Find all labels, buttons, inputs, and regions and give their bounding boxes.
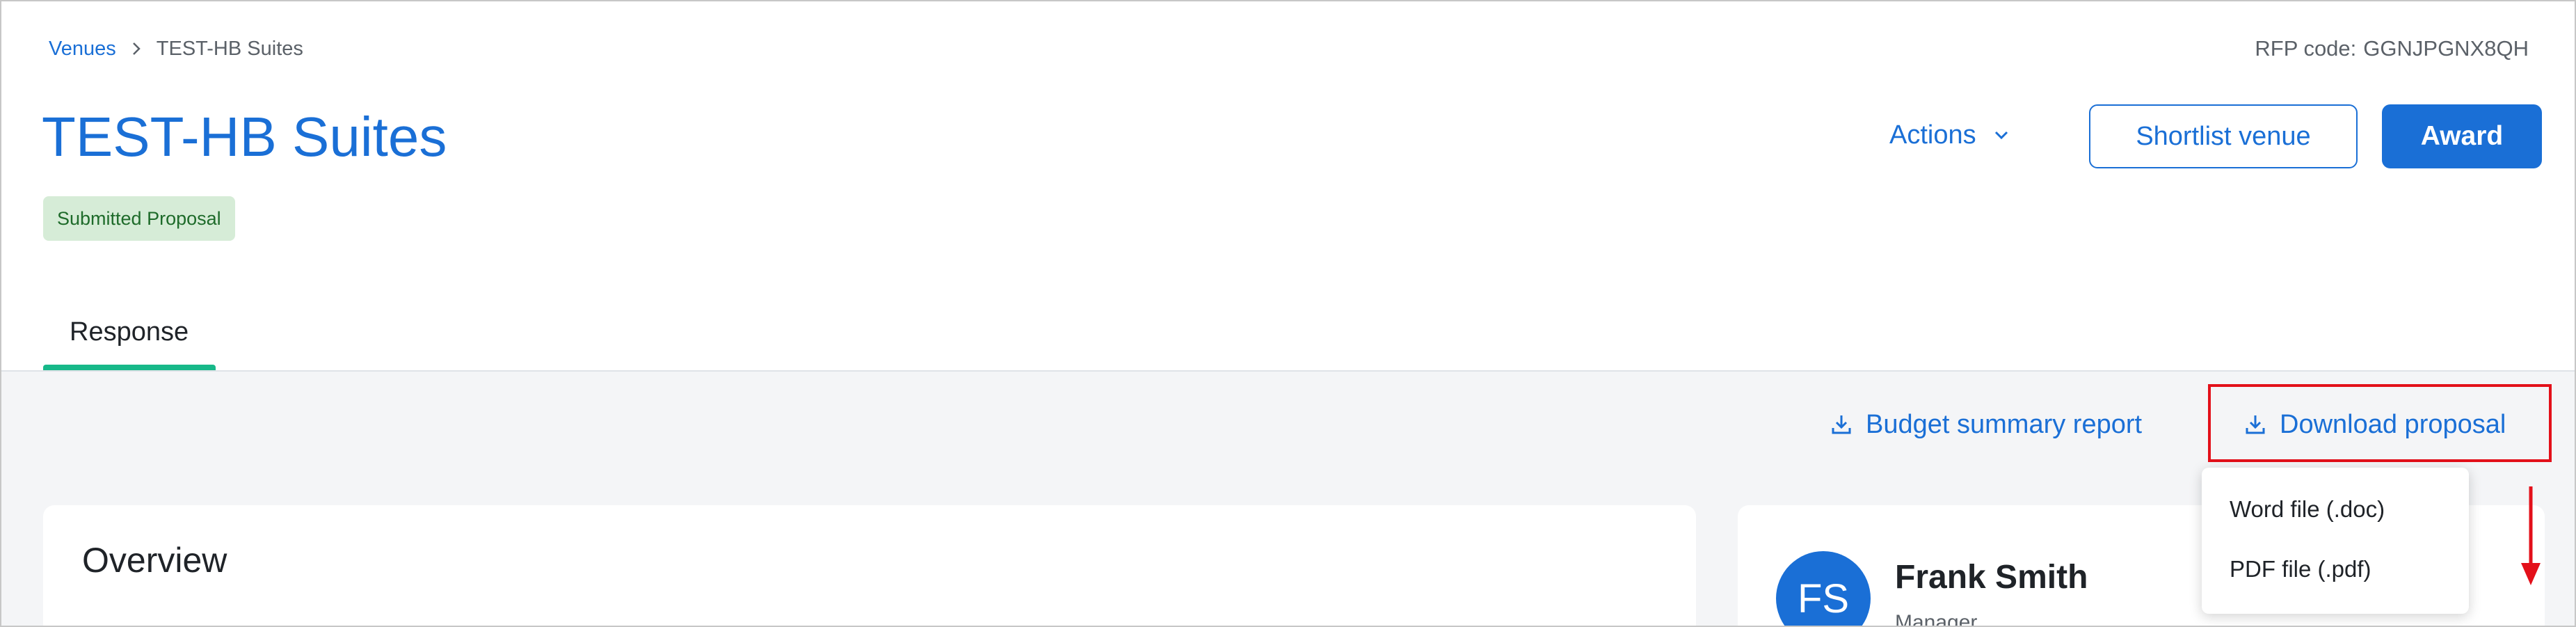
active-tab-indicator <box>43 365 216 370</box>
breadcrumb: Venues TEST-HB Suites <box>49 35 303 63</box>
menu-item-word-file[interactable]: Word file (.doc) <box>2230 489 2385 530</box>
budget-summary-report-link[interactable]: Budget summary report <box>1830 404 2142 445</box>
page-title: TEST-HB Suites <box>42 106 447 168</box>
contact-role: Manager <box>1895 611 1978 627</box>
download-icon <box>2243 413 2267 436</box>
actions-label: Actions <box>1889 120 1976 150</box>
arrow-down-icon <box>2517 486 2545 590</box>
status-badge: Submitted Proposal <box>43 196 235 241</box>
avatar: FS <box>1776 551 1871 626</box>
rfp-code-value: GGNJPGNX8QH <box>2363 36 2529 61</box>
contact-name: Frank Smith <box>1895 559 2088 596</box>
download-dropdown-menu: Word file (.doc) PDF file (.pdf) <box>2202 468 2469 614</box>
actions-menu-button[interactable]: Actions <box>1889 113 2010 157</box>
tab-response-label: Response <box>70 317 189 347</box>
download-proposal-button[interactable]: Download proposal <box>2243 404 2506 445</box>
rfp-code: RFP code: GGNJPGNX8QH <box>2255 35 2529 63</box>
breadcrumb-venues-link[interactable]: Venues <box>49 38 116 61</box>
chevron-down-icon <box>1993 129 2010 141</box>
award-button[interactable]: Award <box>2382 104 2542 168</box>
download-proposal-label: Download proposal <box>2280 409 2506 439</box>
content-area: Budget summary report Download proposal … <box>1 372 2575 627</box>
breadcrumb-current: TEST-HB Suites <box>156 37 303 60</box>
menu-item-pdf-file[interactable]: PDF file (.pdf) <box>2230 548 2371 590</box>
budget-summary-report-label: Budget summary report <box>1866 409 2143 439</box>
overview-title: Overview <box>82 541 227 580</box>
download-icon <box>1830 413 1853 436</box>
tab-response[interactable]: Response <box>43 301 216 370</box>
overview-card: Overview <box>43 505 1696 626</box>
chevron-right-icon <box>131 41 141 56</box>
app-window: Venues TEST-HB Suites RFP code: GGNJPGNX… <box>0 0 2576 627</box>
rfp-code-label: RFP code: <box>2255 36 2357 61</box>
shortlist-venue-button[interactable]: Shortlist venue <box>2089 104 2358 168</box>
